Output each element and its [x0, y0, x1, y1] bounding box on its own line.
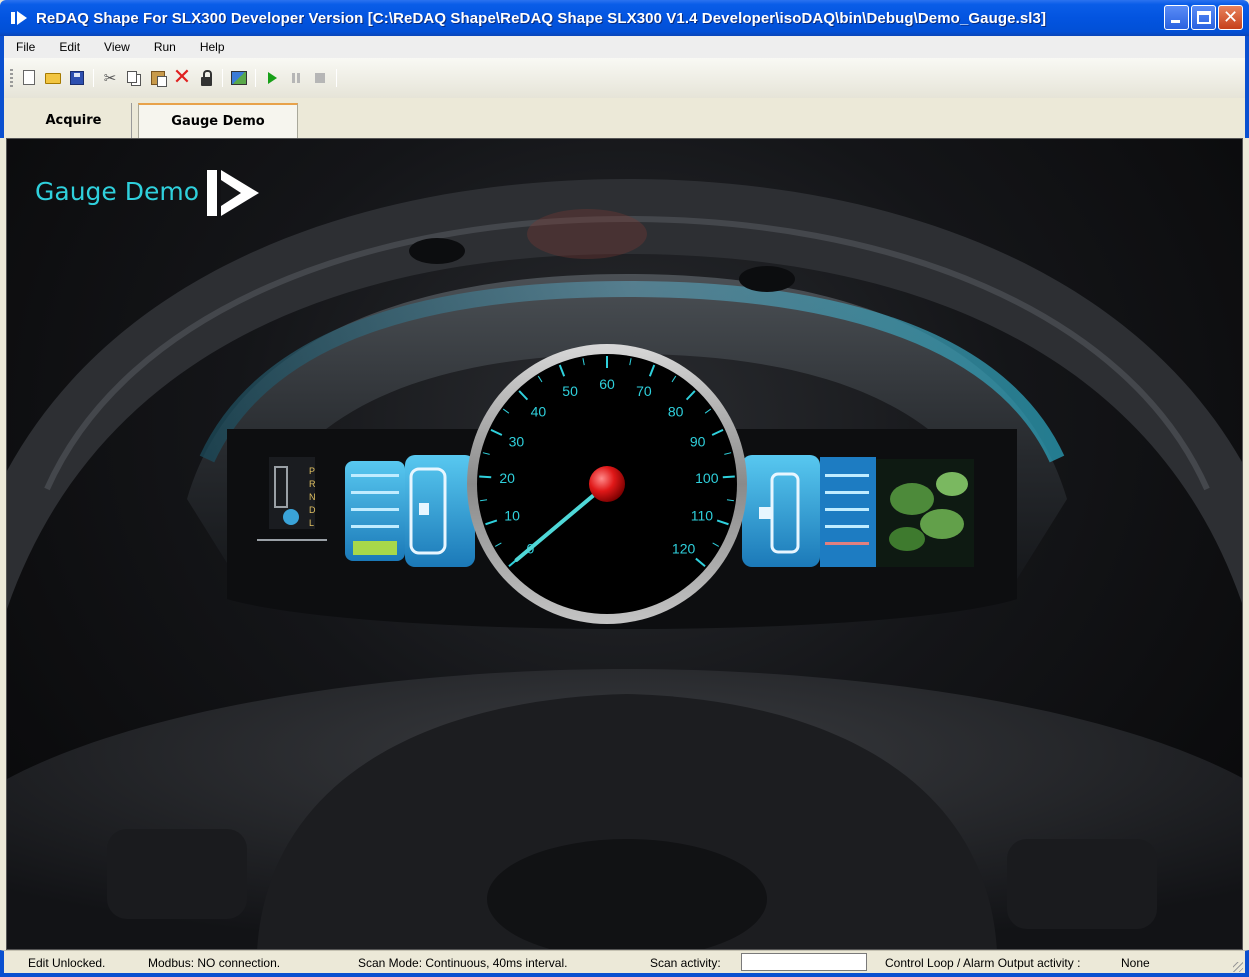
stop-button[interactable] — [310, 68, 330, 88]
dashboard-background: P R N D L 1020304050 60 708090100110120 — [7, 179, 1242, 949]
redaq-logo-icon — [207, 170, 263, 216]
tab-acquire[interactable]: Acquire — [16, 103, 132, 138]
toolbar-separator — [255, 69, 256, 87]
minimize-button[interactable] — [1164, 5, 1189, 30]
save-button[interactable] — [67, 68, 87, 88]
paste-icon — [151, 71, 167, 87]
lock-icon — [201, 70, 212, 86]
new-icon — [23, 70, 35, 85]
gauge-tick-label: 120 — [672, 540, 696, 556]
open-button[interactable] — [43, 68, 63, 88]
toolbar-separator — [93, 69, 94, 87]
pause-button[interactable] — [286, 68, 306, 88]
maximize-button[interactable] — [1191, 5, 1216, 30]
gauge-tick-label: 30 — [509, 434, 525, 450]
stop-icon — [315, 73, 325, 83]
save-icon — [70, 71, 84, 85]
close-icon: ✕ — [1222, 7, 1239, 28]
status-control-loop-label: Control Loop / Alarm Output activity : — [885, 956, 1081, 970]
open-icon — [45, 73, 61, 84]
tab-strip: Acquire Gauge Demo — [0, 98, 1249, 138]
gauge-tick-label: 70 — [636, 383, 652, 399]
gauge-tick-label: 10 — [504, 507, 520, 523]
status-bar: Edit Unlocked. Modbus: NO connection. Sc… — [0, 950, 1249, 977]
gauge-tick-label: 50 — [562, 383, 578, 399]
menu-bar: File Edit View Run Help — [0, 36, 1249, 58]
menu-run[interactable]: Run — [142, 40, 188, 54]
gauge-tick-label: 40 — [531, 403, 547, 419]
menu-file[interactable]: File — [10, 40, 47, 54]
svg-text:N: N — [309, 492, 316, 502]
redaq-logo-icon — [10, 8, 30, 28]
svg-text:R: R — [309, 479, 316, 489]
menu-view[interactable]: View — [92, 40, 142, 54]
scan-activity-indicator — [741, 953, 867, 971]
copy-button[interactable] — [124, 68, 144, 88]
run-button[interactable] — [262, 68, 282, 88]
svg-text:D: D — [309, 505, 316, 515]
status-scan-mode: Scan Mode: Continuous, 40ms interval. — [358, 956, 568, 970]
cut-button[interactable]: ✂ — [100, 68, 120, 88]
gauge-hub — [589, 466, 625, 502]
speed-gauge: 0102030405060708090100110120 — [467, 344, 747, 624]
status-scan-activity-label: Scan activity: — [650, 956, 721, 970]
svg-text:L: L — [309, 518, 314, 528]
tab-gauge-demo[interactable]: Gauge Demo — [138, 103, 298, 138]
gauge-tick — [722, 475, 735, 479]
menu-edit[interactable]: Edit — [47, 40, 92, 54]
resize-grip[interactable] — [1233, 962, 1243, 972]
toolbar-grip[interactable] — [10, 69, 13, 87]
cut-icon: ✂ — [103, 69, 117, 87]
maximize-icon — [1197, 11, 1211, 24]
image-button[interactable] — [229, 68, 249, 88]
status-edit: Edit Unlocked. — [28, 956, 106, 970]
canvas-title: Gauge Demo — [35, 177, 200, 206]
gauge-tick-label: 100 — [695, 470, 719, 486]
pause-icon — [292, 73, 300, 83]
gauge-tick-label: 80 — [668, 403, 684, 419]
gauge-tick-label: 110 — [691, 507, 714, 523]
gauge-tick-label: 60 — [599, 376, 615, 392]
svg-text:P: P — [309, 466, 315, 476]
lock-button[interactable] — [196, 68, 216, 88]
delete-button[interactable]: ✕ — [172, 65, 192, 90]
minimize-icon — [1171, 20, 1180, 23]
copy-icon — [127, 71, 137, 83]
paste-button[interactable] — [148, 68, 168, 88]
toolbar-separator — [222, 69, 223, 87]
gauge-canvas: P R N D L 10 20 30 40 50 60 70 80 90 100… — [6, 138, 1243, 950]
toolbar-separator — [336, 69, 337, 87]
menu-help[interactable]: Help — [188, 40, 237, 54]
gauge-tick — [479, 475, 492, 479]
toolbar: ✂ ✕ — [0, 58, 1249, 98]
status-control-loop-value: None — [1121, 956, 1150, 970]
delete-icon: ✕ — [172, 65, 192, 90]
window-title: ReDAQ Shape For SLX300 Developer Version… — [36, 9, 1047, 27]
new-button[interactable] — [19, 68, 39, 88]
image-icon — [231, 71, 247, 85]
gauge-tick-label: 20 — [499, 470, 515, 486]
gauge-tick-label: 90 — [690, 434, 706, 450]
status-modbus: Modbus: NO connection. — [148, 956, 281, 970]
play-icon — [268, 72, 277, 84]
close-button[interactable]: ✕ — [1218, 5, 1243, 30]
title-bar: ReDAQ Shape For SLX300 Developer Version… — [0, 0, 1249, 36]
